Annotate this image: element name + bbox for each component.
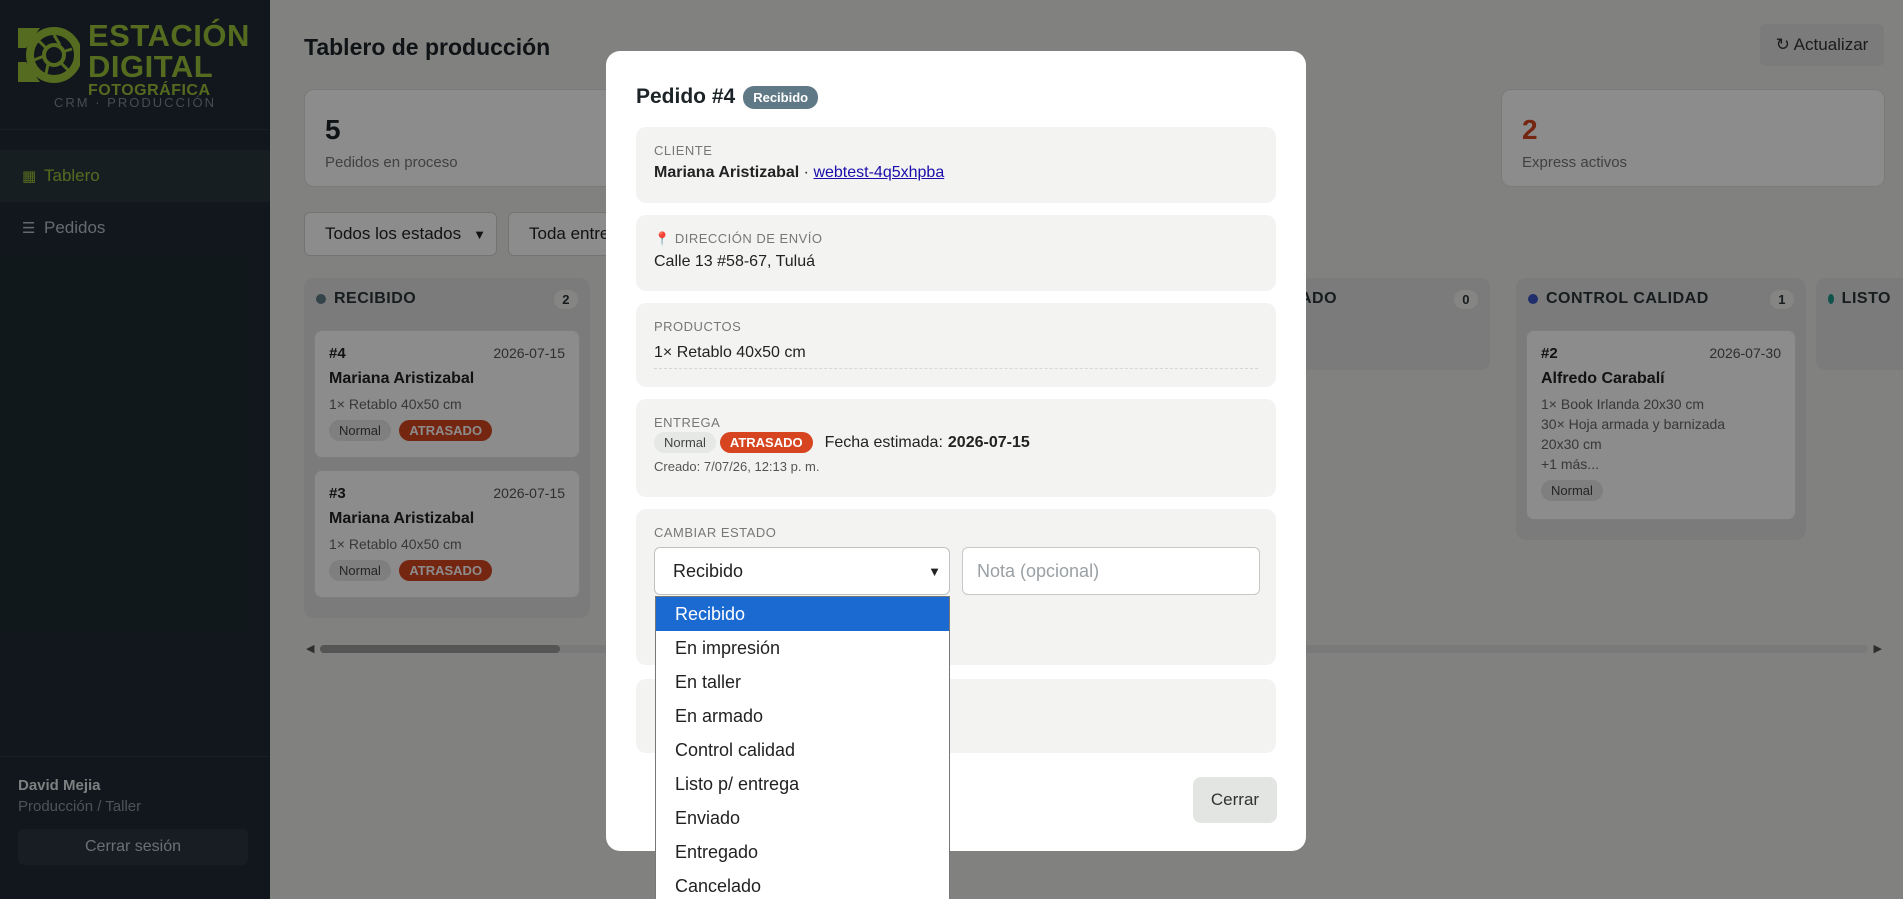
product-item: 1× Retablo 40x50 cm bbox=[654, 344, 1258, 369]
client-separator: · bbox=[799, 164, 814, 181]
address-value: Calle 13 #58-67, Tuluá bbox=[654, 253, 815, 270]
note-input[interactable] bbox=[962, 547, 1260, 595]
estimate-label: Fecha estimada: bbox=[824, 433, 943, 451]
status-option[interactable]: Recibido bbox=[656, 597, 949, 631]
status-option[interactable]: Enviado bbox=[656, 801, 949, 835]
priority-tag: Normal bbox=[654, 432, 716, 453]
status-option[interactable]: En taller bbox=[656, 665, 949, 699]
status-option[interactable]: Listo p/ entrega bbox=[656, 767, 949, 801]
status-option[interactable]: En impresión bbox=[656, 631, 949, 665]
estimate-value: 2026-07-15 bbox=[947, 433, 1030, 451]
status-option[interactable]: Control calidad bbox=[656, 733, 949, 767]
client-section: CLIENTE Mariana Aristizabal · webtest-4q… bbox=[636, 127, 1276, 203]
address-section: 📍 DIRECCIÓN DE ENVÍO Calle 13 #58-67, Tu… bbox=[636, 215, 1276, 291]
client-caption: CLIENTE bbox=[654, 143, 713, 158]
status-select-value: Recibido bbox=[673, 560, 744, 581]
close-button[interactable]: Cerrar bbox=[1193, 777, 1277, 823]
modal-title: Pedido #4 bbox=[636, 85, 736, 108]
location-pin-icon: 📍 bbox=[654, 231, 671, 246]
status-badge: Recibido bbox=[743, 85, 819, 109]
status-option[interactable]: Cancelado bbox=[656, 869, 949, 899]
client-name: Mariana Aristizabal bbox=[654, 164, 800, 181]
status-option[interactable]: En armado bbox=[656, 699, 949, 733]
client-link[interactable]: webtest-4q5xhpba bbox=[813, 164, 944, 181]
status-option[interactable]: Entregado bbox=[656, 835, 949, 869]
late-tag: ATRASADO bbox=[719, 432, 813, 453]
status-select[interactable]: Recibido ▼ bbox=[654, 547, 950, 595]
chevron-down-icon: ▼ bbox=[928, 563, 941, 579]
products-caption: PRODUCTOS bbox=[654, 319, 742, 334]
delivery-caption: ENTREGA bbox=[654, 415, 721, 430]
products-section: PRODUCTOS 1× Retablo 40x50 cm bbox=[636, 303, 1276, 387]
address-caption: DIRECCIÓN DE ENVÍO bbox=[674, 231, 823, 246]
delivery-section: ENTREGA Normal ATRASADO Fecha estimada: … bbox=[636, 399, 1276, 497]
status-dropdown-list: Recibido En impresión En taller En armad… bbox=[655, 596, 950, 899]
created-timestamp: Creado: 7/07/26, 12:13 p. m. bbox=[654, 459, 820, 474]
change-status-caption: CAMBIAR ESTADO bbox=[654, 525, 777, 540]
